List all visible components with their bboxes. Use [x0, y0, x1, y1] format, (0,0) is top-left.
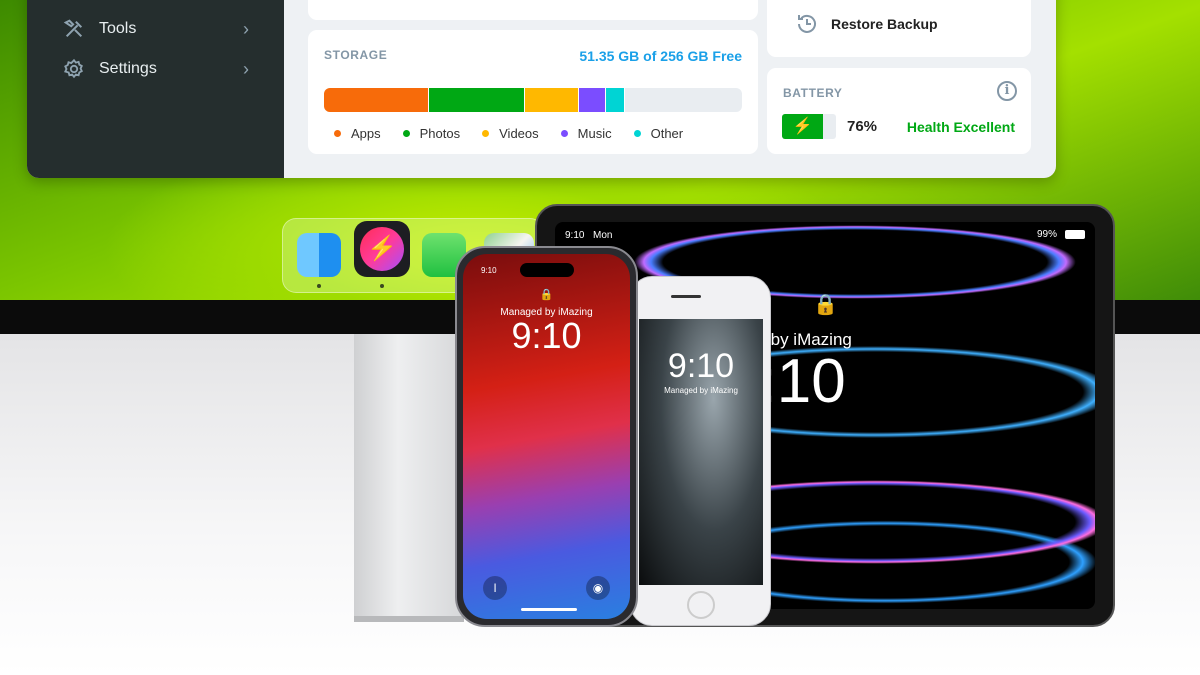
restore-backup-button[interactable]: Restore Backup	[767, 0, 1031, 57]
legend-item: Apps	[334, 126, 381, 141]
lock-icon: 🔒	[813, 294, 838, 316]
battery-percent: 76%	[847, 118, 878, 135]
storage-segment-other	[606, 88, 625, 112]
legend-label: Other	[650, 126, 684, 141]
storage-segment-music	[578, 88, 607, 112]
legend-dot	[402, 130, 410, 137]
iphone-se-lock-screen: 9:10 Managed by iMazing	[639, 319, 763, 585]
legend-label: Apps	[351, 126, 381, 141]
iphone-status-time: 9:10	[481, 266, 497, 275]
iphone-se-managed-text: Managed by iMazing	[664, 386, 738, 395]
legend-item: Photos	[402, 126, 461, 141]
battery-card: BATTERY i ⚡ 76% Health Excellent	[767, 68, 1031, 154]
finder-icon[interactable]	[297, 233, 341, 277]
top-card	[308, 0, 758, 20]
restore-clock-icon	[798, 14, 816, 33]
legend-item: Music	[560, 126, 612, 141]
legend-label: Photos	[419, 126, 461, 141]
storage-card: STORAGE 51.35 GB of 256 GB Free Apps Phot…	[308, 30, 758, 154]
lock-icon: 🔒	[539, 289, 554, 301]
sidebar-item-label: Settings	[99, 60, 157, 77]
sidebar-item-label: Tools	[99, 20, 137, 37]
iphone-14-pro: 9:10 🔒 Managed by iMazing 9:10 ǀ ◉	[455, 246, 638, 627]
legend-dot	[560, 130, 568, 137]
dock-indicator	[380, 284, 384, 288]
ipad-status-day: Mon	[593, 230, 613, 241]
storage-bar	[324, 88, 742, 112]
storage-segment-photos	[428, 88, 525, 112]
ipad-status-battery: 99%	[1036, 229, 1057, 240]
legend-dot	[633, 130, 641, 137]
battery-title: BATTERY	[783, 86, 843, 100]
sidebar-item-tools[interactable]: Tools ›	[63, 14, 249, 44]
flashlight-icon[interactable]: ǀ	[483, 576, 507, 600]
legend-dot	[482, 130, 490, 137]
storage-free-text: 51.35 GB of 256 GB Free	[579, 48, 742, 64]
legend-item: Other	[633, 126, 684, 141]
ipad-status-time: 9:10	[565, 230, 585, 241]
gear-icon	[64, 58, 83, 79]
imazing-icon[interactable]: ⚡	[354, 221, 410, 277]
storage-segment-apps	[324, 88, 429, 112]
dock-indicator	[317, 284, 321, 288]
info-icon[interactable]: i	[997, 81, 1017, 101]
chevron-right-icon: ›	[243, 18, 249, 39]
earpiece	[671, 295, 701, 298]
imazing-window: Tools › Settings › STORAGE 51.35 GB of 2…	[27, 0, 1056, 178]
storage-title: STORAGE	[324, 48, 388, 62]
camera-icon[interactable]: ◉	[586, 576, 610, 600]
tools-icon	[63, 19, 83, 38]
legend-label: Music	[577, 126, 612, 141]
iphone-se: 9:10 Managed by iMazing	[630, 276, 771, 626]
battery-health: Health Excellent	[906, 119, 1015, 135]
storage-legend: Apps Photos Videos Music Other	[334, 126, 705, 141]
iphone-se-time: 9:10	[667, 347, 735, 385]
storage-segment-videos	[524, 88, 579, 112]
chevron-right-icon: ›	[243, 58, 249, 79]
legend-label: Videos	[499, 126, 539, 141]
iphone-14-lock-screen: 9:10 🔒 Managed by iMazing 9:10 ǀ ◉	[463, 254, 630, 619]
home-indicator	[521, 608, 577, 611]
restore-backup-label: Restore Backup	[831, 16, 938, 32]
iphone-time: 9:10	[511, 315, 582, 356]
dynamic-island	[520, 263, 574, 277]
battery-gauge: ⚡	[782, 114, 836, 139]
legend-dot	[334, 130, 341, 137]
legend-item: Videos	[482, 126, 539, 141]
sidebar-item-settings[interactable]: Settings ›	[63, 54, 249, 84]
battery-icon	[1065, 230, 1085, 239]
home-button[interactable]	[687, 591, 715, 619]
mac-mini	[354, 334, 464, 622]
sidebar: Tools › Settings ›	[27, 0, 284, 178]
lightning-icon: ⚡	[782, 114, 824, 139]
